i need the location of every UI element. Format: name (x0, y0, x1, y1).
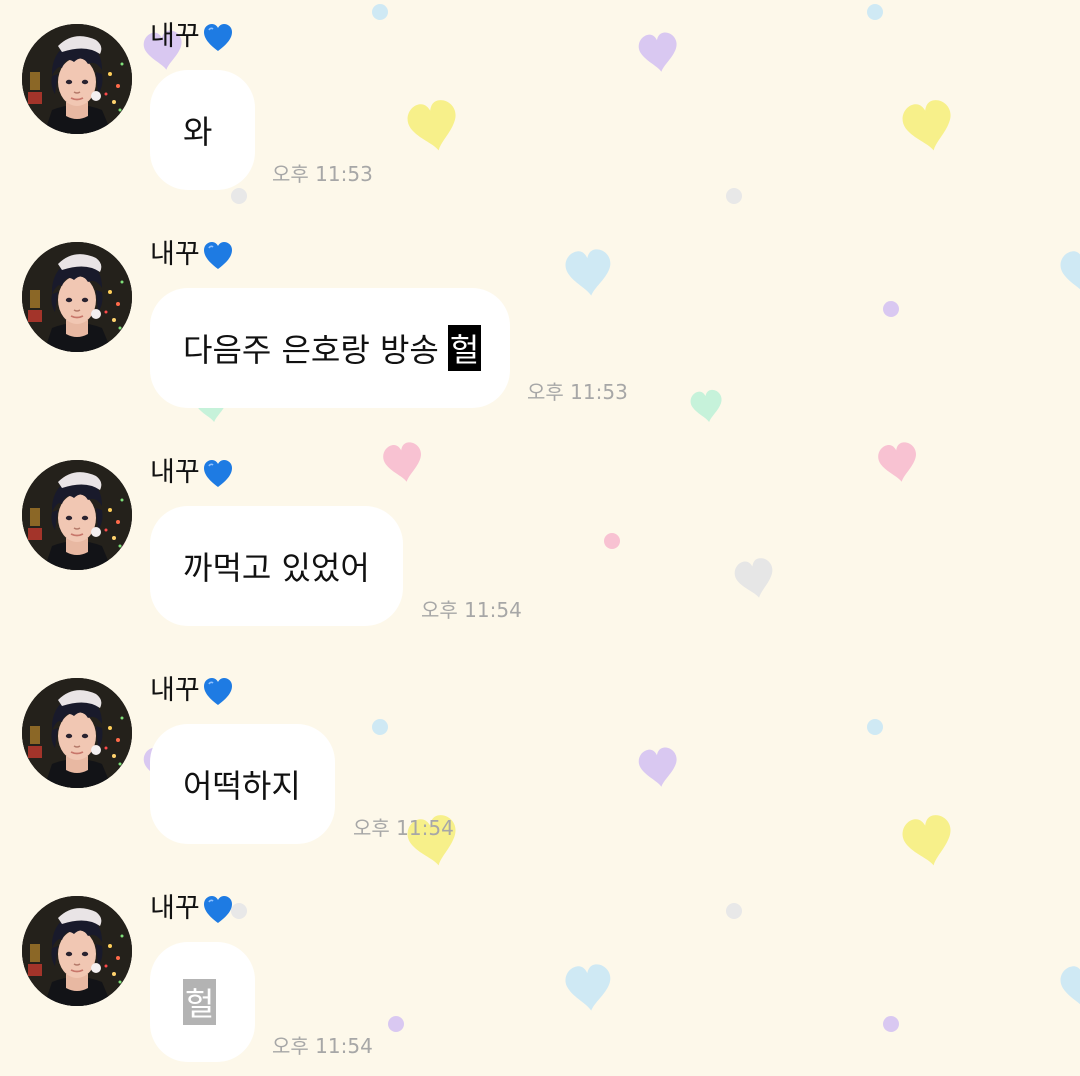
message-timestamp: 오후 11:53 (272, 162, 373, 186)
message-timestamp: 오후 11:54 (353, 816, 454, 840)
sender-name-text: 내꾸 (150, 893, 200, 924)
profile-photo (22, 896, 132, 1006)
message-bubble[interactable]: 어떡하지 (150, 724, 335, 844)
message-bubble[interactable]: 다음주 은호랑 방송 헐 (150, 288, 510, 408)
blue-heart-icon (202, 241, 234, 271)
sender-name: 내꾸 (150, 890, 234, 928)
blue-heart-icon (202, 459, 234, 489)
chat-message-list[interactable]: 내꾸 와 오후 11:53 내꾸 다음주 은호랑 방송 헐 오후 11:53 내꾸… (0, 0, 1080, 1076)
message-bubble[interactable]: 와 (150, 70, 255, 190)
selected-text-highlight[interactable]: 헐 (447, 325, 482, 371)
chat-message: 내꾸 헐 오후 11:54 (0, 872, 1080, 1072)
avatar[interactable] (22, 24, 132, 134)
message-text: 어떡하지 (183, 767, 301, 805)
sender-name-text: 내꾸 (150, 21, 200, 52)
sender-name-text: 내꾸 (150, 457, 200, 488)
profile-photo (22, 678, 132, 788)
message-timestamp: 오후 11:54 (421, 598, 522, 622)
selected-text-highlight[interactable]: 헐 (183, 979, 217, 1025)
blue-heart-icon (202, 677, 234, 707)
chat-message: 내꾸 와 오후 11:53 (0, 0, 1080, 200)
message-timestamp: 오후 11:53 (527, 380, 628, 404)
message-bubble[interactable]: 까먹고 있었어 (150, 506, 403, 626)
message-bubble[interactable]: 헐 (150, 942, 255, 1062)
avatar[interactable] (22, 242, 132, 352)
avatar[interactable] (22, 896, 132, 1006)
blue-heart-icon (202, 23, 234, 53)
chat-message: 내꾸 다음주 은호랑 방송 헐 오후 11:53 (0, 218, 1080, 418)
sender-name: 내꾸 (150, 236, 234, 274)
sender-name-text: 내꾸 (150, 675, 200, 706)
chat-message: 내꾸 어떡하지 오후 11:54 (0, 654, 1080, 854)
sender-name: 내꾸 (150, 672, 234, 710)
message-timestamp: 오후 11:54 (272, 1034, 373, 1058)
profile-photo (22, 24, 132, 134)
avatar[interactable] (22, 678, 132, 788)
message-text: 다음주 은호랑 방송 (183, 331, 439, 369)
sender-name: 내꾸 (150, 454, 234, 492)
blue-heart-icon (202, 895, 234, 925)
message-text: 와 (183, 113, 213, 151)
sender-name: 내꾸 (150, 18, 234, 56)
profile-photo (22, 460, 132, 570)
message-text: 까먹고 있었어 (183, 549, 370, 587)
avatar[interactable] (22, 460, 132, 570)
chat-message: 내꾸 까먹고 있었어 오후 11:54 (0, 436, 1080, 636)
sender-name-text: 내꾸 (150, 239, 200, 270)
profile-photo (22, 242, 132, 352)
